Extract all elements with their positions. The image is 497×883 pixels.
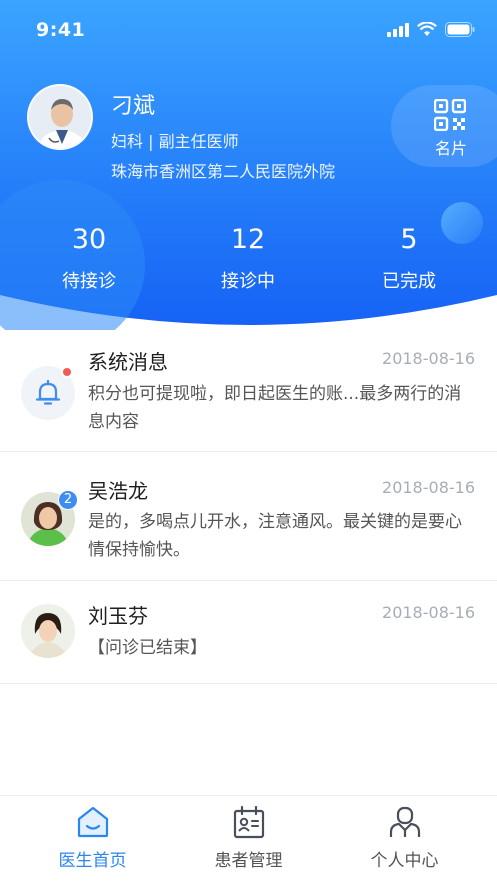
doctor-hospital: 珠海市香洲区第二人民医院外院 <box>111 162 336 181</box>
stat-pending[interactable]: 30 待接诊 <box>29 222 149 293</box>
patient-card-icon <box>233 805 265 839</box>
qr-code-icon <box>434 99 466 131</box>
profile-header: 9:41 刁斌 妇科 | 副主任医师 珠海市香洲区第二人民医院外院 名片 30 … <box>0 0 497 330</box>
message-sender: 刘玉芬 <box>88 604 148 628</box>
stat-in-progress-value: 12 <box>230 224 266 255</box>
tab-doctor-home[interactable]: 医生首页 <box>10 796 175 883</box>
doctor-name: 刁斌 <box>111 94 156 119</box>
doctor-avatar[interactable] <box>27 84 93 150</box>
business-card-label: 名片 <box>435 139 468 158</box>
status-icons <box>387 22 475 37</box>
tab-personal-center-label: 个人中心 <box>370 851 439 871</box>
message-preview: 是的，多喝点儿开水，注意通风。最关键的是要心情保持愉快。 <box>88 512 462 560</box>
tab-patient-management[interactable]: 患者管理 <box>166 796 331 883</box>
business-card-button[interactable]: 名片 <box>391 85 497 167</box>
message-date: 2018-08-16 <box>382 478 475 497</box>
stat-pending-label: 待接诊 <box>62 271 116 292</box>
message-sender: 吴浩龙 <box>88 479 148 503</box>
patient-photo-image <box>21 604 75 658</box>
stat-in-progress[interactable]: 12 接诊中 <box>188 222 308 293</box>
patient-avatar: 2 <box>21 490 78 546</box>
person-icon <box>389 806 421 837</box>
list-item[interactable]: 刘玉芬 2018-08-16 【问诊已结束】 <box>0 582 497 684</box>
list-item[interactable]: 2 吴浩龙 2018-08-16 是的，多喝点儿开水，注意通风。最关键的是要心情… <box>0 453 497 581</box>
wifi-icon <box>417 22 437 36</box>
bottom-tab-bar: 医生首页 患者管理 个人中心 <box>0 795 497 883</box>
message-preview: 积分也可提现啦，即日起医生的账...最多两行的消息内容 <box>88 384 462 432</box>
stat-completed[interactable]: 5 已完成 <box>349 222 469 293</box>
tab-doctor-home-label: 医生首页 <box>58 851 127 871</box>
status-bar: 9:41 <box>0 0 497 60</box>
system-message-avatar <box>21 366 75 420</box>
home-icon <box>77 806 109 838</box>
tab-patient-management-label: 患者管理 <box>214 851 283 871</box>
stat-in-progress-label: 接诊中 <box>221 271 275 292</box>
unread-dot <box>61 366 73 378</box>
message-preview: 【问诊已结束】 <box>88 638 207 658</box>
stat-completed-value: 5 <box>400 224 418 255</box>
stat-pending-value: 30 <box>71 224 107 255</box>
list-item[interactable]: 系统消息 2018-08-16 积分也可提现啦，即日起医生的账...最多两行的消… <box>0 330 497 452</box>
status-time: 9:41 <box>36 19 86 41</box>
signal-icon <box>387 22 409 37</box>
doctor-title: 妇科 | 副主任医师 <box>111 132 239 151</box>
message-date: 2018-08-16 <box>382 349 475 368</box>
battery-icon <box>445 22 475 37</box>
stat-completed-label: 已完成 <box>382 271 436 292</box>
message-date: 2018-08-16 <box>382 603 475 622</box>
bell-icon <box>35 379 61 405</box>
tab-personal-center[interactable]: 个人中心 <box>322 796 487 883</box>
message-sender: 系统消息 <box>88 350 168 374</box>
unread-count-badge: 2 <box>58 490 78 510</box>
patient-avatar <box>21 604 75 658</box>
